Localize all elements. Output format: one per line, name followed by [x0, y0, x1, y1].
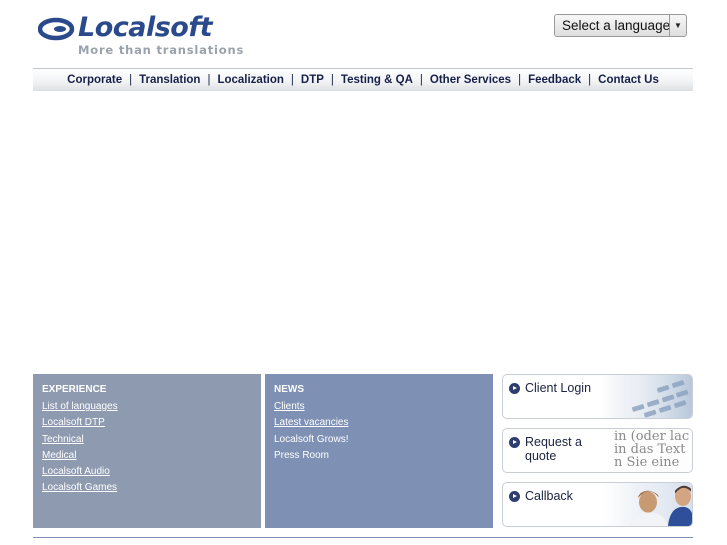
experience-panel: EXPERIENCE List of languages Localsoft D…	[33, 374, 261, 528]
logo-wordmark: Localsoft	[78, 12, 213, 43]
text-sample-image: in (oder lac in das Text n Sie eine	[602, 429, 692, 472]
nav-dtp[interactable]: DTP	[294, 74, 331, 86]
nav-localization[interactable]: Localization	[210, 74, 290, 86]
news-panel: NEWS Clients Latest vacancies Localsoft …	[265, 374, 493, 528]
news-item-press-room: Press Room	[274, 449, 330, 461]
keyboard-image-icon	[602, 375, 692, 418]
logo-swoosh-icon	[38, 17, 75, 41]
footer-divider	[33, 537, 693, 538]
link-clients[interactable]: Clients	[274, 399, 484, 415]
play-bullet-icon	[509, 437, 520, 448]
nav-corporate[interactable]: Corporate	[60, 74, 129, 86]
people-photo-icon	[602, 483, 692, 526]
callback-label: Callback	[525, 489, 573, 503]
main-nav: Corporate | Translation | Localization |…	[33, 68, 693, 91]
client-login-label: Client Login	[525, 381, 592, 395]
link-medical[interactable]: Medical	[42, 448, 252, 464]
news-title: NEWS	[274, 384, 304, 395]
experience-title: EXPERIENCE	[42, 384, 107, 395]
logo[interactable]: Localsoft More than translations	[38, 12, 268, 58]
link-localsoft-audio[interactable]: Localsoft Audio	[42, 464, 252, 480]
link-localsoft-dtp[interactable]: Localsoft DTP	[42, 415, 252, 431]
news-item-localsoft-grows: Localsoft Grows!	[274, 433, 349, 445]
link-technical[interactable]: Technical	[42, 432, 252, 448]
link-localsoft-games[interactable]: Localsoft Games	[42, 480, 252, 496]
chevron-down-icon[interactable]: ▼	[669, 15, 686, 36]
logo-tagline: More than translations	[78, 43, 245, 57]
play-bullet-icon	[509, 383, 520, 394]
request-quote-label: Request a quote	[525, 435, 582, 463]
nav-other-services[interactable]: Other Services	[423, 74, 518, 86]
client-login-button[interactable]: Client Login	[502, 374, 693, 419]
nav-contact-us[interactable]: Contact Us	[591, 74, 666, 86]
nav-translation[interactable]: Translation	[132, 74, 207, 86]
nav-testing-qa[interactable]: Testing & QA	[334, 74, 420, 86]
request-quote-button[interactable]: in (oder lac in das Text n Sie eine Requ…	[502, 428, 693, 473]
language-select-value: Select a language	[562, 18, 671, 33]
callback-button[interactable]: Callback	[502, 482, 693, 527]
play-bullet-icon	[509, 491, 520, 502]
nav-feedback[interactable]: Feedback	[521, 74, 588, 86]
language-select[interactable]: Select a language ▼	[554, 14, 687, 37]
link-list-of-languages[interactable]: List of languages	[42, 399, 252, 415]
link-latest-vacancies[interactable]: Latest vacancies	[274, 415, 484, 431]
